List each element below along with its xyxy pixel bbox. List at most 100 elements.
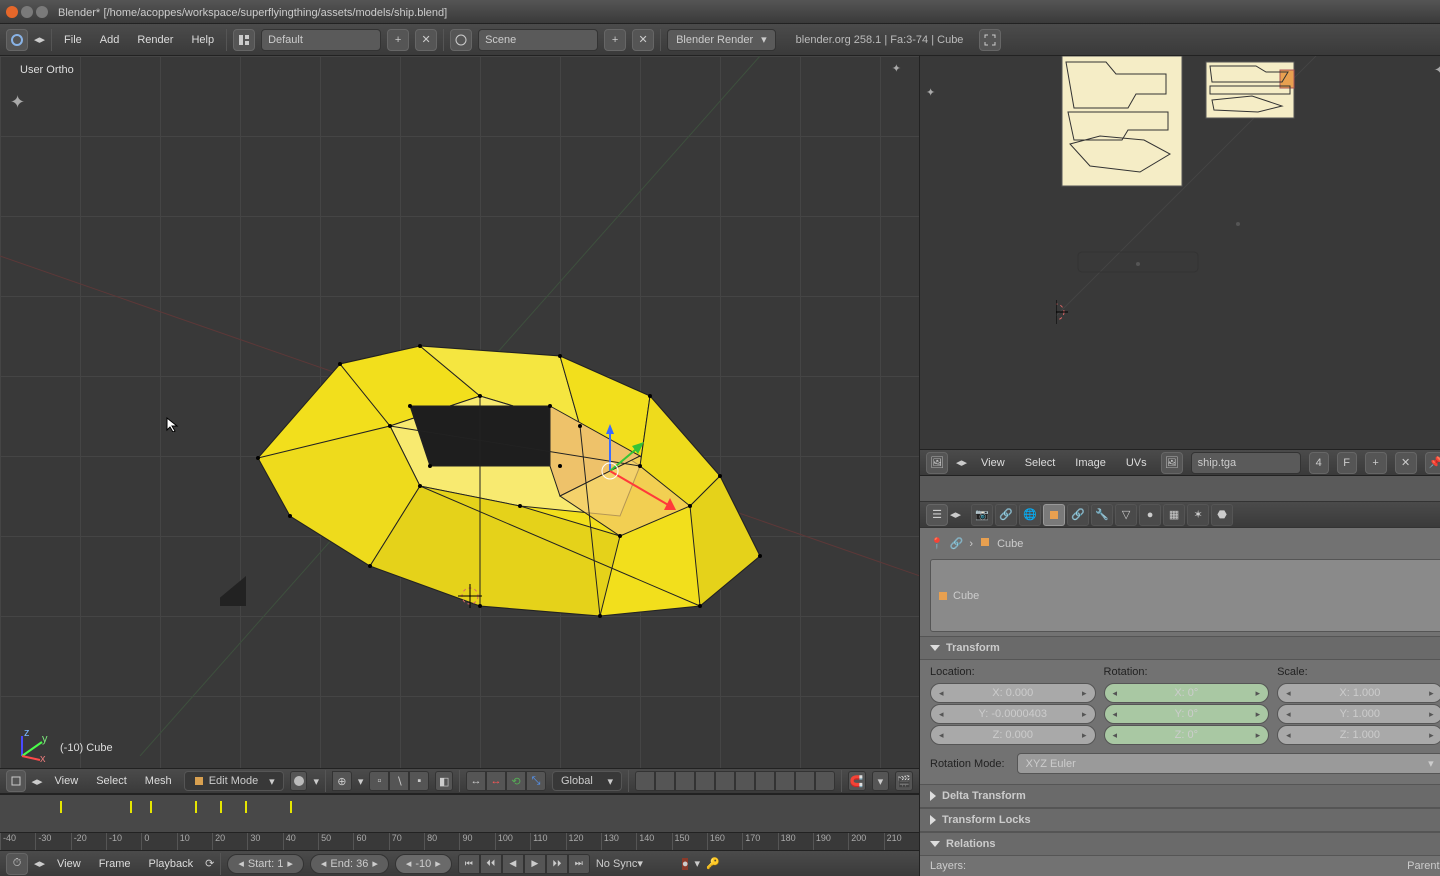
scene-name-field[interactable]: Scene: [478, 29, 598, 51]
end-frame-field[interactable]: ◂End: 36▸: [310, 854, 389, 874]
render-engine-select[interactable]: Blender Render▾: [667, 29, 776, 51]
toolshelf-toggle-icon[interactable]: ✦: [10, 92, 25, 113]
keyframe-marker[interactable]: [195, 801, 197, 813]
shading-icon[interactable]: [290, 771, 308, 791]
uv-menu-select[interactable]: Select: [1019, 453, 1062, 473]
vp-menu-mesh[interactable]: Mesh: [139, 771, 178, 791]
tl-menu-view[interactable]: View: [51, 854, 87, 874]
rot-x-field[interactable]: ◂X: 0°▸: [1104, 683, 1270, 703]
play-reverse-icon[interactable]: ◀: [502, 854, 524, 874]
uv-editor-type-icon[interactable]: 🖼: [926, 452, 948, 474]
tab-world-icon[interactable]: 🌐: [1019, 504, 1041, 526]
select-face-icon[interactable]: ▪: [409, 771, 429, 791]
tab-physics-icon[interactable]: ⬣: [1211, 504, 1233, 526]
rotation-mode-select[interactable]: XYZ Euler▾: [1017, 753, 1440, 774]
menu-add[interactable]: Add: [94, 30, 126, 50]
rotate-icon[interactable]: ⟲: [506, 771, 526, 791]
play-icon[interactable]: ▶: [524, 854, 546, 874]
object-name-field[interactable]: Cube: [930, 559, 1440, 632]
tl-expand-icon[interactable]: ◂▸: [34, 857, 45, 870]
tab-scene-icon[interactable]: 🔗: [995, 504, 1017, 526]
mesh-model[interactable]: [220, 306, 800, 646]
translate-icon[interactable]: ↔: [486, 771, 506, 791]
panel-delta-header[interactable]: Delta Transform: [920, 784, 1440, 808]
loc-z-field[interactable]: ◂Z: 0.000▸: [930, 725, 1096, 745]
fullscreen-icon[interactable]: [979, 29, 1001, 51]
loc-x-field[interactable]: ◂X: 0.000▸: [930, 683, 1096, 703]
tab-particles-icon[interactable]: ✶: [1187, 504, 1209, 526]
keyframe-marker[interactable]: [290, 801, 292, 813]
layer-buttons[interactable]: [635, 771, 835, 791]
keyframe-marker[interactable]: [130, 801, 132, 813]
tab-texture-icon[interactable]: ▦: [1163, 504, 1185, 526]
region-toggle-icon[interactable]: ✦: [892, 62, 901, 75]
keyframe-marker[interactable]: [220, 801, 222, 813]
current-frame-field[interactable]: ◂-10▸: [395, 854, 452, 874]
snap-type-icon[interactable]: ▾: [872, 771, 890, 791]
panel-transform-header[interactable]: Transform: [920, 636, 1440, 660]
orientation-select[interactable]: Global▾: [552, 771, 622, 791]
autokey-record-icon[interactable]: ●: [682, 858, 689, 870]
menu-render[interactable]: Render: [131, 30, 179, 50]
props-editor-type-icon[interactable]: ☰: [926, 504, 948, 526]
scale-x-field[interactable]: ◂X: 1.000▸: [1277, 683, 1440, 703]
keyframe-marker[interactable]: [150, 801, 152, 813]
pin-icon[interactable]: 📍: [930, 537, 944, 550]
scene-add-icon[interactable]: +: [604, 29, 626, 51]
keyframe-prev-icon[interactable]: ⏴⏴: [480, 854, 502, 874]
select-edge-icon[interactable]: ∖: [389, 771, 409, 791]
tab-render-icon[interactable]: 📷: [971, 504, 993, 526]
panel-locks-header[interactable]: Transform Locks: [920, 808, 1440, 832]
viewport-editor-type-icon[interactable]: [6, 770, 26, 792]
tab-object-icon[interactable]: [1043, 504, 1065, 526]
tl-menu-playback[interactable]: Playback: [142, 854, 199, 874]
jump-start-icon[interactable]: ⏮: [458, 854, 480, 874]
keyframe-marker[interactable]: [245, 801, 247, 813]
keying-set-icon[interactable]: 🔑: [706, 857, 720, 870]
tl-sync-icon[interactable]: ⟳: [205, 857, 214, 870]
tab-material-icon[interactable]: ●: [1139, 504, 1161, 526]
select-vertex-icon[interactable]: ▫: [369, 771, 389, 791]
viewport-3d[interactable]: User Ortho ✦ ✦ (-10) Cube: [0, 56, 919, 768]
pivot-select[interactable]: ⊕: [332, 771, 352, 791]
uv-canvas[interactable]: ✦ ✦: [920, 56, 1440, 449]
scale-y-field[interactable]: ◂Y: 1.000▸: [1277, 704, 1440, 724]
tl-menu-frame[interactable]: Frame: [93, 854, 137, 874]
keyframe-marker[interactable]: [60, 801, 62, 813]
tab-constraints-icon[interactable]: 🔗: [1067, 504, 1089, 526]
maximize-icon[interactable]: [36, 6, 48, 18]
start-frame-field[interactable]: ◂Start: 1▸: [227, 854, 304, 874]
scene-browse-icon[interactable]: [450, 29, 472, 51]
breadcrumb-object[interactable]: Cube: [997, 538, 1023, 550]
uv-layout[interactable]: [1056, 56, 1436, 456]
uv-toolshelf-icon[interactable]: ✦: [926, 86, 935, 99]
expand-toggle-icon[interactable]: ◂▸: [32, 775, 43, 788]
tab-modifiers-icon[interactable]: 🔧: [1091, 504, 1113, 526]
jump-end-icon[interactable]: ⏭: [568, 854, 590, 874]
layout-add-icon[interactable]: +: [387, 29, 409, 51]
timeline-ruler[interactable]: -40-30-20-100102030405060708090100110120…: [0, 832, 919, 850]
minimize-icon[interactable]: [21, 6, 33, 18]
keyframe-next-icon[interactable]: ⏵⏵: [546, 854, 568, 874]
shading-select-icon[interactable]: ▾: [313, 775, 319, 788]
manipulator-toggle-icon[interactable]: ↔: [466, 771, 486, 791]
layout-name-field[interactable]: Default: [261, 29, 381, 51]
vp-menu-view[interactable]: View: [49, 771, 85, 791]
snap-icon[interactable]: 🧲: [848, 771, 866, 791]
menu-file[interactable]: File: [58, 30, 88, 50]
limit-selection-icon[interactable]: ◧: [435, 771, 453, 791]
timeline-track[interactable]: [0, 795, 919, 832]
loc-y-field[interactable]: ◂Y: -0.0000403▸: [930, 704, 1096, 724]
tab-data-icon[interactable]: ▽: [1115, 504, 1137, 526]
scale-icon[interactable]: ⤡: [526, 771, 546, 791]
mode-select[interactable]: Edit Mode▾: [184, 771, 284, 791]
vp-menu-select[interactable]: Select: [90, 771, 133, 791]
props-expand-icon[interactable]: ◂▸: [950, 508, 961, 521]
timeline-editor-type-icon[interactable]: ⏱: [6, 853, 28, 875]
layout-delete-icon[interactable]: ✕: [415, 29, 437, 51]
menu-help[interactable]: Help: [185, 30, 220, 50]
panel-relations-header[interactable]: Relations: [920, 832, 1440, 856]
editor-type-icon[interactable]: [6, 29, 28, 51]
chevron-down-icon[interactable]: ◂▸: [34, 33, 45, 46]
pivot-icon[interactable]: ⊕: [332, 771, 352, 791]
